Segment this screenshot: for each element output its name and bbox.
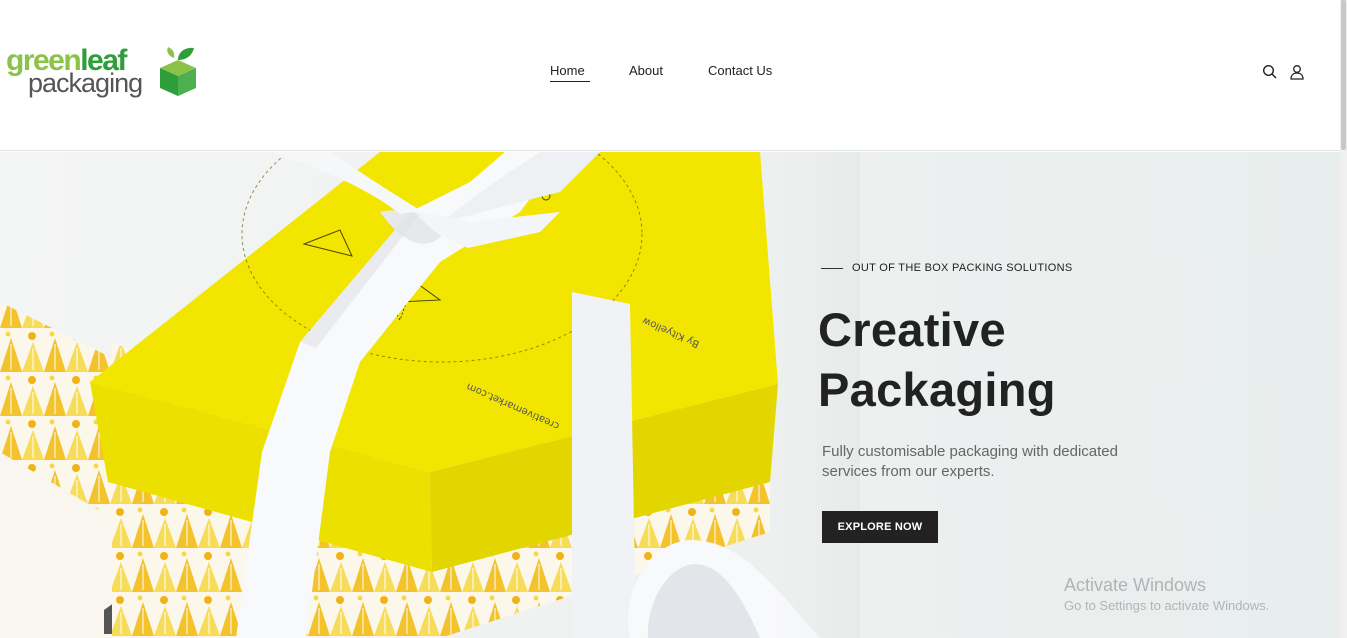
nav-home[interactable]: Home [550, 62, 590, 82]
headline-line-1: Creative [818, 303, 1006, 356]
site-header: greenleaf packaging Home About Contact U… [0, 0, 1340, 151]
hero-headline: Creative Packaging [818, 300, 1056, 420]
watermark-title: Activate Windows [1064, 575, 1207, 595]
eyebrow-line [821, 267, 843, 269]
hero-banner: * By Kityellow creativemarket.com [0, 152, 1340, 638]
user-icon[interactable] [1289, 64, 1305, 80]
hero-subtitle: Fully customisable packaging with dedica… [822, 443, 1118, 480]
windows-activation-watermark: Activate Windows Go to Settings to activ… [1064, 574, 1269, 616]
headline-line-2: Packaging [818, 363, 1056, 416]
header-actions [1262, 64, 1306, 80]
site-logo[interactable]: greenleaf packaging [6, 44, 202, 102]
search-icon[interactable] [1262, 64, 1278, 80]
eyebrow-text: OUT OF THE BOX PACKING SOLUTIONS [852, 262, 1073, 274]
hero-eyebrow: OUT OF THE BOX PACKING SOLUTIONS [821, 262, 1072, 274]
nav-contact-us[interactable]: Contact Us [708, 62, 788, 80]
nav-about[interactable]: About [629, 62, 679, 80]
watermark-subtitle: Go to Settings to activate Windows. [1064, 598, 1270, 613]
page-scrollbar[interactable] [1340, 0, 1347, 638]
logo-wordmark: greenleaf packaging [6, 44, 156, 102]
leaf-box-logo-icon [160, 47, 196, 96]
scrollbar-thumb[interactable] [1341, 0, 1346, 150]
explore-now-button[interactable]: EXPLORE NOW [822, 511, 938, 543]
logo-word-packaging: packaging [28, 68, 143, 98]
gift-box-hero-image: * By Kityellow creativemarket.com [0, 152, 860, 638]
